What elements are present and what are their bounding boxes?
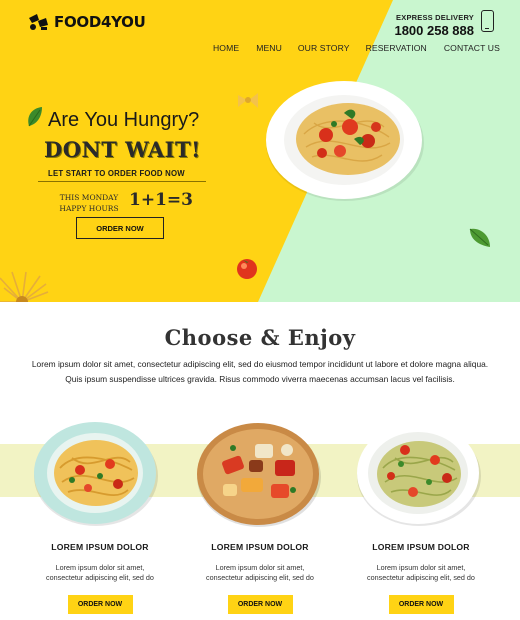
nav-menu[interactable]: MENU: [256, 43, 282, 53]
card-order-now-button[interactable]: ORDER NOW: [67, 595, 133, 614]
hero-tagline: LET START TO ORDER FOOD NOW: [48, 169, 185, 178]
dish-image-1[interactable]: [32, 420, 160, 528]
dish-image-2[interactable]: [193, 420, 323, 528]
phone-icon: [481, 10, 494, 32]
logo[interactable]: FOOD4YOU: [26, 12, 146, 32]
card-text: Lorem ipsum dolor sit amet, consectetur …: [206, 563, 314, 582]
spaghetti-bundle-icon: [0, 271, 49, 302]
nav-our-story[interactable]: OUR STORY: [298, 43, 350, 53]
card-title: LOREM IPSUM DOLOR: [372, 542, 470, 552]
card-title: LOREM IPSUM DOLOR: [211, 542, 309, 552]
hero-subtitle: DONT WAIT!: [44, 137, 201, 162]
card-order-now-button[interactable]: ORDER NOW: [227, 595, 293, 614]
menu-card-2: LOREM IPSUM DOLOR Lorem ipsum dolor sit …: [180, 538, 340, 614]
hero-order-now-button[interactable]: ORDER NOW: [76, 217, 164, 239]
happy-hours-label: THIS MONDAY HAPPY HOURS: [59, 193, 119, 213]
card-text: Lorem ipsum dolor sit amet, consectetur …: [46, 563, 154, 582]
card-title: LOREM IPSUM DOLOR: [51, 542, 149, 552]
tomato-icon: [237, 259, 257, 279]
express-delivery: EXPRESS DELIVERY 1800 258 888: [394, 13, 474, 38]
nav-reservation[interactable]: RESERVATION: [366, 43, 427, 53]
menu-card-3: LOREM IPSUM DOLOR Lorem ipsum dolor sit …: [341, 538, 501, 614]
farfalle-pasta-icon: [238, 93, 258, 108]
section-description: Lorem ipsum dolor sit amet, consectetur …: [31, 359, 489, 384]
card-order-now-button[interactable]: ORDER NOW: [388, 595, 454, 614]
hero-divider: [38, 181, 206, 182]
basil-leaf-icon: [28, 107, 42, 127]
chef-logo-icon: [29, 14, 48, 30]
happy-hours-value: 1+1=3: [129, 190, 193, 210]
hero-section: FOOD4YOU EXPRESS DELIVERY 1800 258 888 H…: [0, 0, 520, 302]
brand-name: FOOD4YOU: [54, 13, 146, 31]
section-title: Choose & Enjoy: [164, 325, 356, 350]
nav-home[interactable]: HOME: [213, 43, 239, 53]
delivery-label: EXPRESS DELIVERY: [396, 13, 474, 22]
menu-card-1: LOREM IPSUM DOLOR Lorem ipsum dolor sit …: [20, 538, 180, 614]
main-nav: HOME MENU OUR STORY RESERVATION CONTACT …: [213, 43, 500, 53]
dish-image-3[interactable]: [355, 420, 483, 528]
card-text: Lorem ipsum dolor sit amet, consectetur …: [367, 563, 475, 582]
hero-pasta-plate-image: [266, 81, 424, 201]
basil-leaf-icon: [469, 228, 490, 247]
nav-contact-us[interactable]: CONTACT US: [444, 43, 500, 53]
delivery-phone[interactable]: 1800 258 888: [394, 23, 474, 38]
hero-title: Are You Hungry?: [48, 109, 200, 131]
